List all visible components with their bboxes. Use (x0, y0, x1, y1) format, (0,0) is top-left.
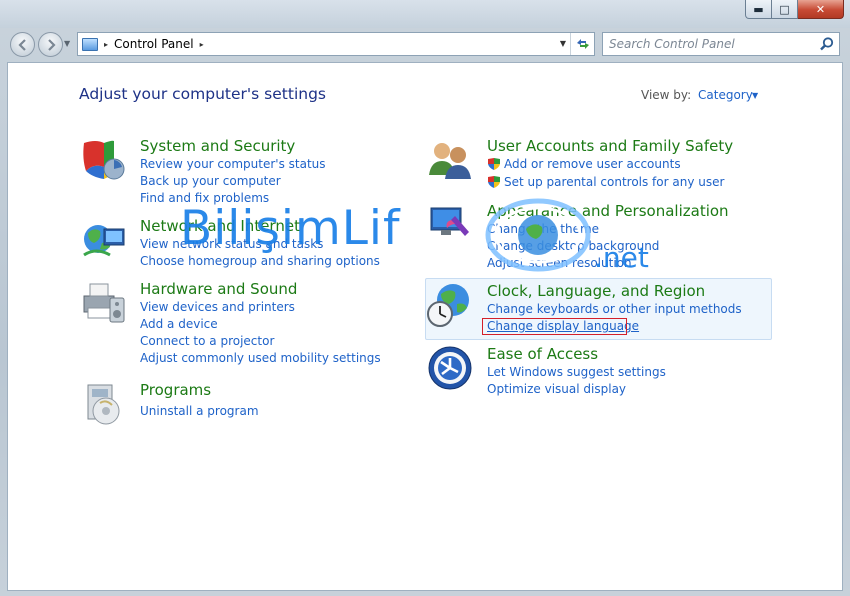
link-add-device[interactable]: Add a device (140, 317, 218, 331)
view-by-label: View by: (641, 88, 692, 102)
recent-pages-dropdown[interactable]: ▼ (64, 39, 70, 48)
arrow-left-icon (17, 38, 26, 51)
category-title[interactable]: Appearance and Personalization (487, 202, 729, 220)
link-uninstall[interactable]: Uninstall a program (140, 404, 259, 418)
maximize-button[interactable]: □ (772, 0, 798, 19)
link-find-fix[interactable]: Find and fix problems (140, 191, 269, 205)
refresh-icon (576, 39, 589, 49)
breadcrumb-separator[interactable]: ▸ (104, 40, 108, 49)
link-change-theme[interactable]: Change the theme (487, 222, 599, 236)
network-globe-icon (83, 225, 125, 257)
view-by-dropdown[interactable]: Category (698, 88, 753, 102)
arrow-right-icon (47, 38, 56, 51)
link-desktop-background[interactable]: Change desktop background (487, 239, 659, 253)
close-button[interactable]: ✕ (798, 0, 844, 19)
clock-globe-icon (427, 284, 469, 327)
category-title[interactable]: Clock, Language, and Region (487, 282, 705, 300)
ease-of-access-icon (428, 346, 472, 390)
minimize-icon: ▬ (753, 2, 764, 16)
link-add-remove-accounts[interactable]: Add or remove user accounts (504, 157, 681, 171)
breadcrumb-control-panel[interactable]: Control Panel (114, 37, 194, 51)
appearance-icon (430, 207, 469, 236)
refresh-button[interactable] (570, 33, 594, 55)
window-controls: ▬ □ ✕ (745, 0, 844, 19)
programs-icon (87, 384, 120, 425)
link-screen-resolution[interactable]: Adjust screen resolution (487, 256, 632, 270)
back-button[interactable] (10, 32, 35, 57)
category-title[interactable]: Ease of Access (487, 345, 598, 363)
link-parental-controls[interactable]: Set up parental controls for any user (504, 175, 724, 189)
close-icon: ✕ (815, 2, 826, 16)
category-title[interactable]: Network and Internet (140, 217, 300, 235)
link-projector[interactable]: Connect to a projector (140, 334, 274, 348)
link-keyboards-input[interactable]: Change keyboards or other input methods (487, 302, 742, 316)
address-dropdown-icon[interactable]: ▼ (560, 39, 566, 48)
category-title[interactable]: Hardware and Sound (140, 280, 297, 298)
forward-button[interactable] (38, 32, 63, 57)
shield-icon (83, 140, 125, 180)
search-input[interactable]: Search Control Panel (609, 37, 735, 51)
link-back-up[interactable]: Back up your computer (140, 174, 281, 188)
uac-shield-icon (488, 176, 500, 188)
link-optimize-visual[interactable]: Optimize visual display (487, 382, 626, 396)
printer-icon (83, 283, 125, 323)
link-network-status[interactable]: View network status and tasks (140, 237, 323, 251)
control-panel-content: Adjust your computer's settings View by:… (7, 62, 843, 591)
search-icon[interactable] (819, 36, 835, 52)
category-title[interactable]: System and Security (140, 137, 295, 155)
uac-shield-icon (488, 158, 500, 170)
search-box[interactable]: Search Control Panel (602, 32, 840, 56)
users-icon (429, 143, 471, 179)
category-title[interactable]: Programs (140, 381, 211, 399)
title-bar: ▬ □ ✕ (0, 0, 850, 28)
chevron-down-icon[interactable]: ▼ (752, 91, 758, 100)
highlight-annotation-box (482, 318, 627, 335)
breadcrumb-separator-2[interactable]: ▸ (200, 40, 204, 49)
minimize-button[interactable]: ▬ (745, 0, 772, 19)
address-bar[interactable]: ▸ Control Panel ▸ ▼ (77, 32, 595, 56)
control-panel-icon (82, 37, 98, 51)
category-title[interactable]: User Accounts and Family Safety (487, 137, 733, 155)
link-review-status[interactable]: Review your computer's status (140, 157, 326, 171)
link-devices-printers[interactable]: View devices and printers (140, 300, 295, 314)
link-mobility[interactable]: Adjust commonly used mobility settings (140, 351, 381, 365)
navigation-toolbar: ▼ ▸ Control Panel ▸ ▼ Search Control Pan… (0, 28, 850, 62)
link-windows-suggest[interactable]: Let Windows suggest settings (487, 365, 666, 379)
page-title: Adjust your computer's settings (79, 85, 326, 103)
maximize-icon: □ (779, 2, 790, 16)
link-homegroup[interactable]: Choose homegroup and sharing options (140, 254, 380, 268)
